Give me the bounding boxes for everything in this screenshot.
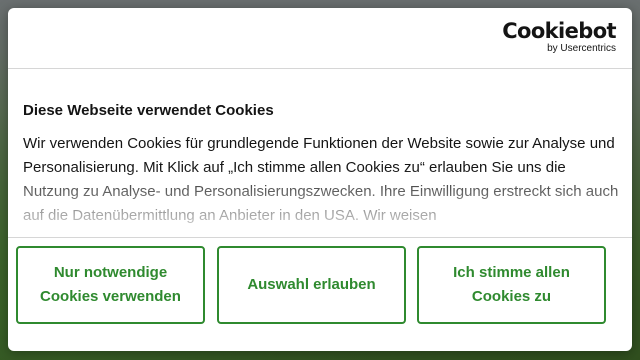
necessary-cookies-button[interactable]: Nur notwendige Cookies verwenden bbox=[16, 246, 205, 324]
consent-body[interactable]: Diese Webseite verwendet Cookies Wir ver… bbox=[23, 69, 619, 237]
logo-wordmark: Cookiebot bbox=[502, 19, 616, 43]
consent-text: Wir verwenden Cookies für grundlegende F… bbox=[23, 135, 619, 224]
allow-selection-button[interactable]: Auswahl erlauben bbox=[217, 246, 406, 324]
consent-title: Diese Webseite verwendet Cookies bbox=[23, 102, 274, 119]
accept-all-cookies-button[interactable]: Ich stimme allen Cookies zu bbox=[417, 246, 606, 324]
footer-divider bbox=[8, 237, 632, 238]
dialog-header: Cookiebot by Usercentrics bbox=[8, 8, 632, 69]
cookiebot-logo[interactable]: Cookiebot by Usercentrics bbox=[502, 20, 616, 55]
logo-tagline: by Usercentrics bbox=[547, 43, 616, 54]
